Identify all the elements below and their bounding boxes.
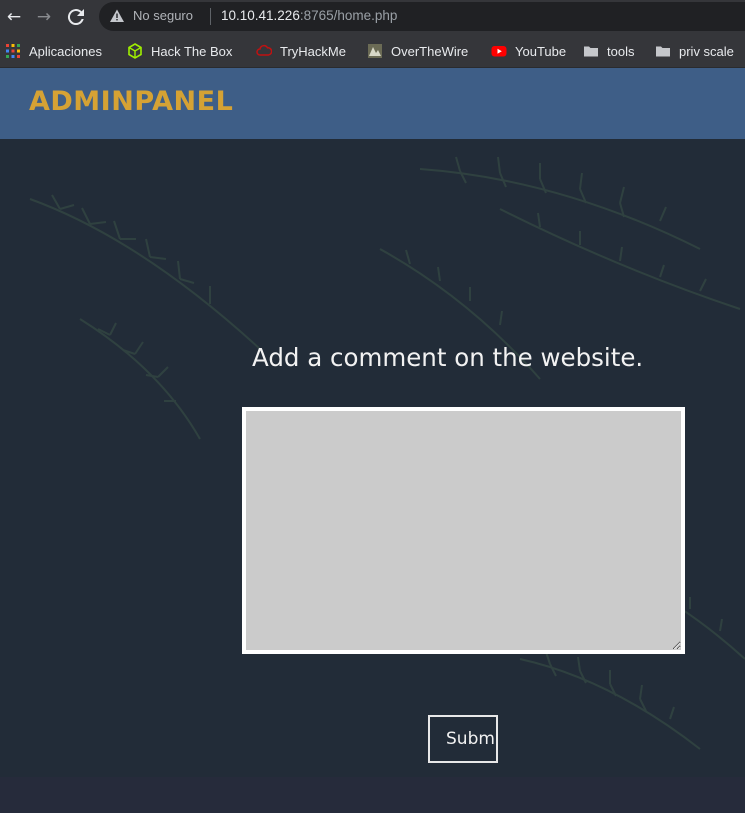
bookmark-overthewire[interactable]: OverTheWire <box>367 40 468 62</box>
url-host: 10.10.41.226 <box>221 8 300 23</box>
web-page: ADMINPANEL Add a comment on the website.… <box>0 68 745 813</box>
tryhackme-cloud-icon <box>256 44 272 56</box>
site-brand-logo[interactable]: ADMINPANEL <box>29 86 233 117</box>
forward-arrow-icon[interactable]: → <box>32 5 56 29</box>
warning-triangle-icon[interactable] <box>109 8 125 24</box>
security-status-label[interactable]: No seguro <box>133 8 193 23</box>
url-path: :8765/home.php <box>299 8 398 23</box>
reload-icon[interactable] <box>64 5 88 29</box>
bookmark-folder-tools[interactable]: tools <box>583 40 634 62</box>
bookmark-label: YouTube <box>515 43 567 59</box>
url-text[interactable]: 10.10.41.226:8765/home.php <box>221 8 397 23</box>
bookmark-hackthebox[interactable]: Hack The Box <box>127 40 232 62</box>
bookmark-label: TryHackMe <box>280 43 346 59</box>
address-divider <box>210 8 211 25</box>
address-bar[interactable]: No seguro 10.10.41.226:8765/home.php <box>99 2 745 31</box>
comment-textarea[interactable] <box>242 407 685 654</box>
submit-button[interactable]: Submi <box>428 715 498 763</box>
page-footer <box>0 777 745 813</box>
bookmark-folder-priv-scale[interactable]: priv scale <box>655 40 734 62</box>
back-arrow-icon[interactable]: ← <box>2 5 26 29</box>
bookmarks-bar: Aplicaciones Hack The Box TryHackMe Over… <box>0 34 745 68</box>
overthewire-icon <box>368 44 382 58</box>
bookmark-tryhackme[interactable]: TryHackMe <box>256 40 346 62</box>
bookmark-label: tools <box>607 43 635 59</box>
folder-icon <box>656 46 670 57</box>
bookmark-label: priv scale <box>679 43 734 59</box>
youtube-icon <box>491 46 507 57</box>
bookmark-youtube[interactable]: YouTube <box>491 40 566 62</box>
bookmark-aplicaciones[interactable]: Aplicaciones <box>5 40 102 62</box>
apps-grid-icon <box>6 44 20 58</box>
folder-icon <box>584 46 598 57</box>
browser-toolbar: ← → No seguro 10.10.41.226:8765/home.php <box>0 0 745 34</box>
site-header: ADMINPANEL <box>0 68 745 139</box>
comment-prompt-heading: Add a comment on the website. <box>252 343 644 372</box>
hackthebox-cube-icon <box>128 43 142 59</box>
bookmark-label: OverTheWire <box>391 43 469 59</box>
hero-section: Add a comment on the website. Submi <box>0 139 745 777</box>
bookmark-label: Aplicaciones <box>29 43 102 59</box>
bookmark-label: Hack The Box <box>151 43 233 59</box>
